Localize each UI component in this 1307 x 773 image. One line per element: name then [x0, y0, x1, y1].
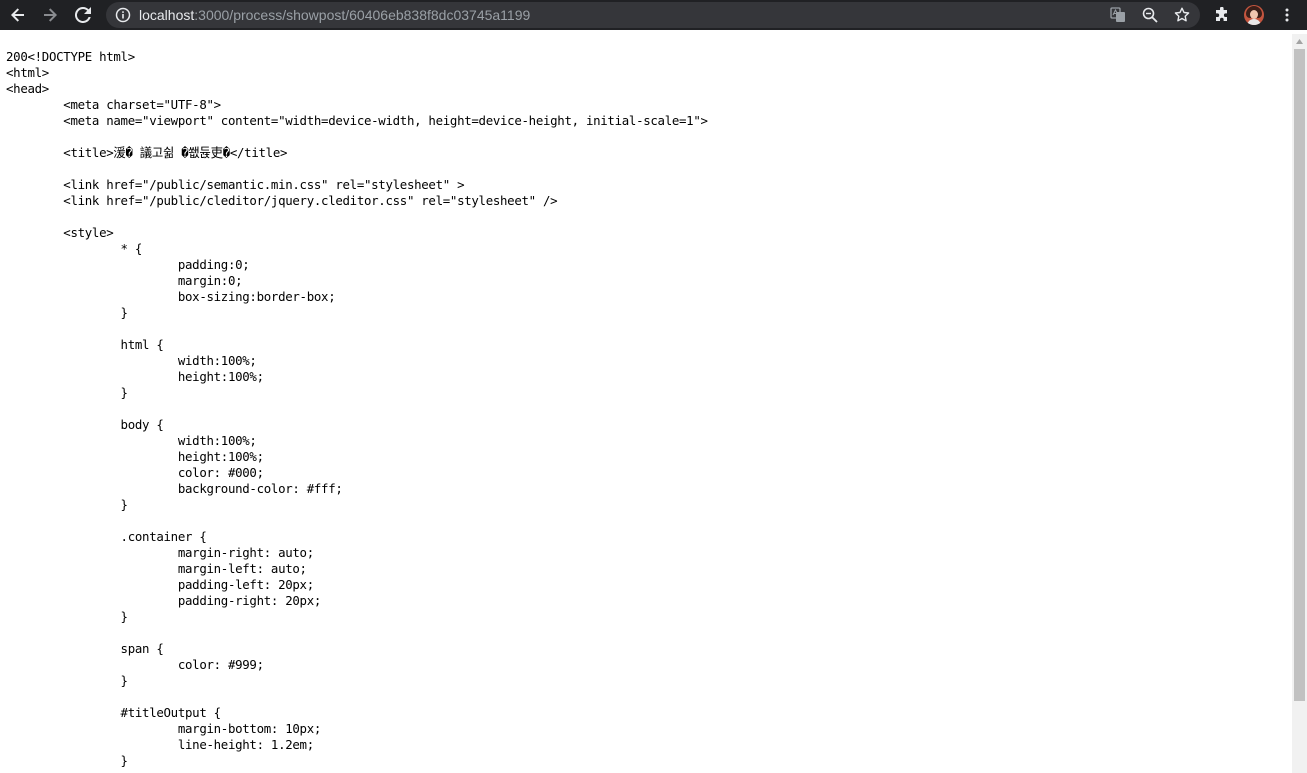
page-content: 200<!DOCTYPE html> <html> <head> <meta c… [0, 34, 1292, 773]
url-text[interactable]: localhost:3000/process/showpost/60406eb8… [139, 2, 530, 28]
kebab-menu-icon[interactable] [1275, 3, 1299, 27]
scrollbar-thumb[interactable] [1294, 49, 1305, 701]
browser-toolbar: localhost:3000/process/showpost/60406eb8… [0, 0, 1307, 30]
scroll-up-arrow-icon[interactable] [1292, 34, 1307, 49]
translate-icon[interactable] [1108, 5, 1128, 25]
address-bar[interactable]: localhost:3000/process/showpost/60406eb8… [106, 2, 1200, 28]
forward-arrow-icon[interactable] [38, 3, 62, 27]
vertical-scrollbar[interactable] [1292, 34, 1307, 773]
reload-icon[interactable] [71, 3, 95, 27]
url-host: localhost [139, 7, 195, 23]
profile-avatar-image [1244, 5, 1264, 25]
star-icon[interactable] [1172, 5, 1192, 25]
response-source-text: 200<!DOCTYPE html> <html> <head> <meta c… [6, 49, 708, 768]
avatar[interactable] [1242, 3, 1266, 27]
zoom-icon[interactable] [1140, 5, 1160, 25]
info-icon[interactable] [115, 7, 131, 23]
url-path: :3000/process/showpost/60406eb838f8dc037… [194, 7, 531, 23]
back-arrow-icon[interactable] [6, 3, 30, 27]
puzzle-icon[interactable] [1210, 3, 1234, 27]
